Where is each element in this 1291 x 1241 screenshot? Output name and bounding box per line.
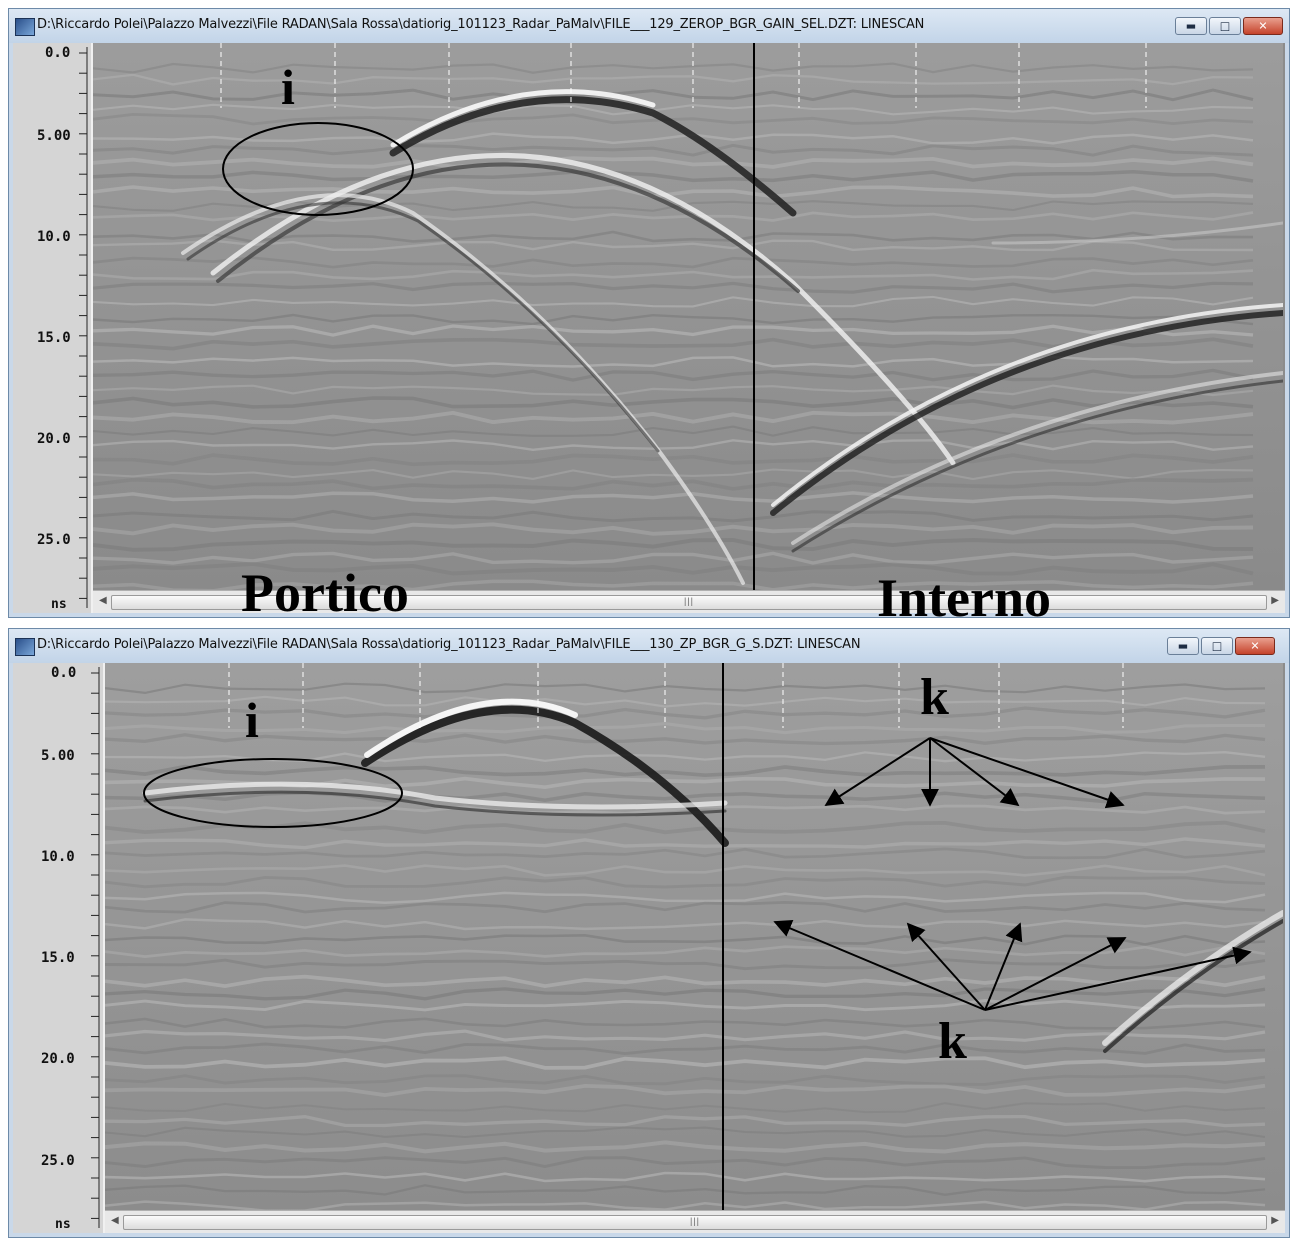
annotation-k-lower: k <box>938 1013 967 1070</box>
annotation-ellipse <box>222 122 414 216</box>
label-interno: Interno <box>877 568 1051 628</box>
annotation-arrows-upper <box>824 737 1125 809</box>
annotation-i-lower: i <box>245 692 259 748</box>
label-portico: Portico <box>241 563 409 623</box>
annotation-overlay <box>143 122 1252 1011</box>
annotation-arrows-lower <box>773 919 1252 1011</box>
annotation-k-upper: k <box>920 669 949 726</box>
annotation-ellipse <box>143 758 403 828</box>
annotation-i-upper: i <box>281 59 295 115</box>
